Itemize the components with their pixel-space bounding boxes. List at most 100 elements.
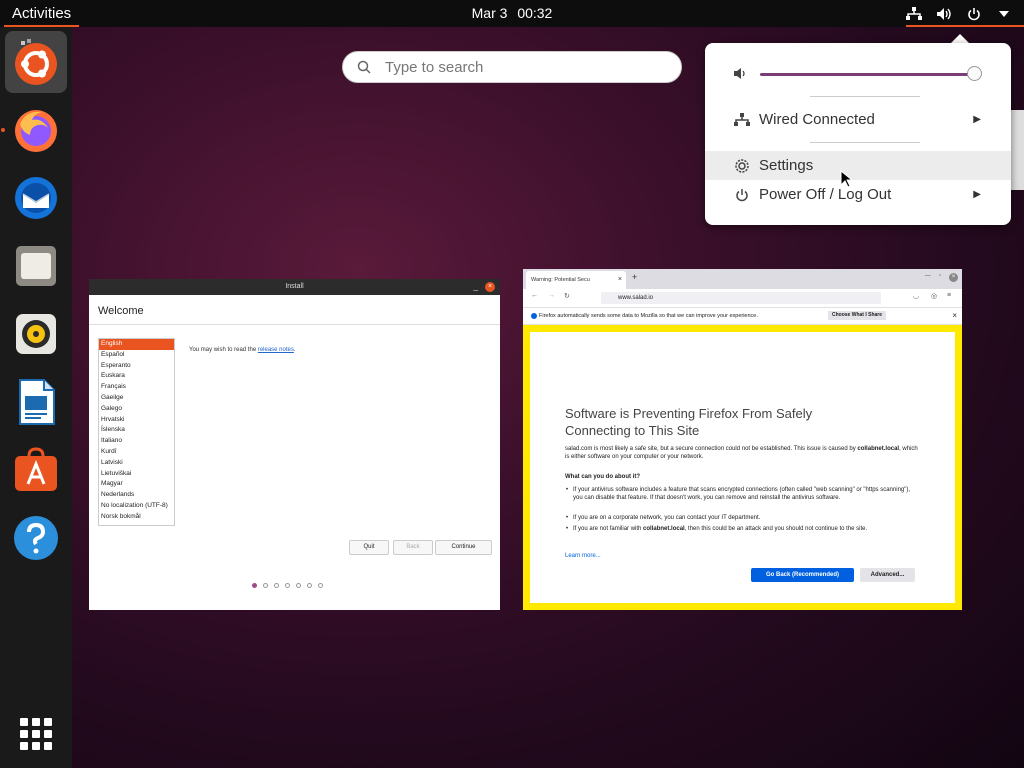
quit-button[interactable]: Quit [349, 540, 389, 555]
language-item[interactable]: Gaeilge [99, 393, 174, 404]
gear-icon [735, 158, 749, 173]
tab-bar: Warning: Potential Secu × + — ▫ × [523, 269, 962, 289]
release-notes-text: You may wish to read the release notes. [189, 347, 296, 353]
language-item[interactable]: Euskara [99, 371, 174, 382]
dock-rhythmbox[interactable] [5, 303, 67, 365]
url-bar[interactable]: www.salad.io [601, 292, 881, 304]
language-item[interactable]: Esperanto [99, 361, 174, 372]
software-icon [15, 447, 57, 491]
language-item[interactable]: Lietuviškai [99, 469, 174, 480]
volume-icon[interactable] [936, 6, 952, 22]
date-text: Mar 3 [471, 5, 508, 21]
telemetry-notice: Firefox automatically sends some data to… [523, 308, 962, 325]
system-menu: Wired Connected ▶ Settings Power Off / L… [705, 43, 1011, 225]
power-icon[interactable] [966, 6, 982, 22]
bullet-attack: If you are not familiar with collabnet.l… [566, 525, 918, 533]
pocket-icon[interactable]: ◡ [913, 292, 919, 300]
dock-writer[interactable] [5, 371, 67, 433]
back-arrow-icon[interactable]: ← [531, 292, 538, 299]
language-item[interactable]: Latviski [99, 458, 174, 469]
firefox-window[interactable]: Warning: Potential Secu × + — ▫ × ← → ↻ www… [523, 269, 962, 610]
wired-connected-item[interactable]: Wired Connected ▶ [705, 105, 1011, 134]
language-item[interactable]: Nederlands [99, 490, 174, 501]
install-title: Install [285, 283, 304, 290]
progress-dots [252, 583, 323, 588]
reload-icon[interactable]: ↻ [564, 292, 570, 300]
close-icon[interactable]: × [485, 282, 495, 292]
what-heading: What can you do about it? [565, 474, 640, 480]
language-item[interactable]: No localization (UTF-8) [99, 501, 174, 512]
choose-share-button[interactable]: Choose What I Share [828, 311, 887, 320]
language-list[interactable]: English Español Esperanto Euskara Français Ga… [98, 338, 175, 526]
settings-item[interactable]: Settings [705, 151, 1011, 180]
install-heading: Welcome [89, 295, 500, 325]
install-titlebar[interactable]: Install _ × [89, 279, 500, 295]
help-icon [14, 516, 58, 560]
new-tab-icon[interactable]: + [632, 272, 637, 282]
minimize-icon[interactable]: — [925, 273, 931, 282]
dock-files[interactable] [5, 235, 67, 297]
system-tray[interactable] [906, 0, 1012, 27]
language-item[interactable]: Norsk bokmål [99, 512, 174, 523]
back-button[interactable]: Back [393, 540, 433, 555]
bullet-corporate: If you are on a corporate network, you c… [566, 514, 918, 522]
language-item[interactable]: Kurdî [99, 447, 174, 458]
mouse-cursor-icon [840, 170, 852, 188]
volume-slider-knob[interactable] [967, 66, 982, 81]
dock-firefox[interactable] [5, 99, 67, 161]
tray-active-indicator [906, 25, 1024, 27]
progress-dot [296, 583, 301, 588]
chevron-down-icon[interactable] [996, 6, 1012, 22]
language-item[interactable]: Français [99, 382, 174, 393]
dock-ubuntu-installer[interactable] [5, 31, 67, 93]
dock-thunderbird[interactable] [5, 167, 67, 229]
dock-help[interactable] [5, 507, 67, 569]
error-page: Software is Preventing Firefox From Safe… [523, 325, 962, 610]
language-item[interactable]: English [99, 339, 174, 350]
close-notice-icon[interactable]: × [952, 308, 957, 324]
search-bar[interactable] [342, 51, 682, 83]
language-item[interactable]: Galego [99, 404, 174, 415]
language-item[interactable]: Íslenska [99, 425, 174, 436]
progress-dot [285, 583, 290, 588]
account-icon[interactable]: ◎ [931, 292, 937, 300]
release-notes-link[interactable]: release notes [258, 347, 294, 353]
clock[interactable]: Mar 3 00:32 [0, 0, 1024, 27]
dock-software[interactable] [5, 439, 67, 501]
files-icon [16, 246, 56, 286]
power-off-item[interactable]: Power Off / Log Out ▶ [705, 180, 1011, 209]
volume-row [733, 65, 993, 83]
language-item[interactable]: Italiano [99, 436, 174, 447]
top-bar: Activities Mar 3 00:32 [0, 0, 1024, 27]
close-icon[interactable]: × [949, 273, 958, 282]
menu-icon[interactable]: ≡ [947, 292, 951, 299]
language-item[interactable]: Español [99, 350, 174, 361]
separator [810, 142, 920, 143]
advanced-button[interactable]: Advanced... [860, 568, 915, 582]
progress-dot [252, 583, 257, 588]
firefox-icon [15, 110, 57, 152]
network-icon[interactable] [906, 6, 922, 22]
error-heading: Software is Preventing Firefox From Safe… [565, 406, 813, 438]
learn-more-link[interactable]: Learn more... [565, 553, 601, 559]
forward-arrow-icon[interactable]: → [548, 292, 555, 299]
apps-grid-icon[interactable] [20, 718, 52, 750]
progress-dot [307, 583, 312, 588]
maximize-icon[interactable]: ▫ [939, 273, 941, 282]
wired-label: Wired Connected [759, 111, 875, 128]
continue-button[interactable]: Continue [435, 540, 492, 555]
tab-warning[interactable]: Warning: Potential Secu × [526, 271, 626, 289]
language-item[interactable]: Magyar [99, 479, 174, 490]
background-window-edge [1010, 110, 1024, 190]
language-item[interactable]: Hrvatski [99, 415, 174, 426]
close-tab-icon[interactable]: × [618, 271, 622, 289]
go-back-button[interactable]: Go Back (Recommended) [751, 568, 854, 582]
running-indicator [1, 128, 5, 132]
volume-slider[interactable] [760, 73, 978, 76]
writer-icon [19, 379, 55, 425]
chevron-right-icon: ▶ [973, 189, 981, 200]
power-label: Power Off / Log Out [759, 186, 892, 203]
minimize-icon[interactable]: _ [474, 279, 478, 295]
search-input[interactable] [383, 57, 657, 77]
install-window[interactable]: Install _ × Welcome English Español Espera… [89, 279, 500, 610]
